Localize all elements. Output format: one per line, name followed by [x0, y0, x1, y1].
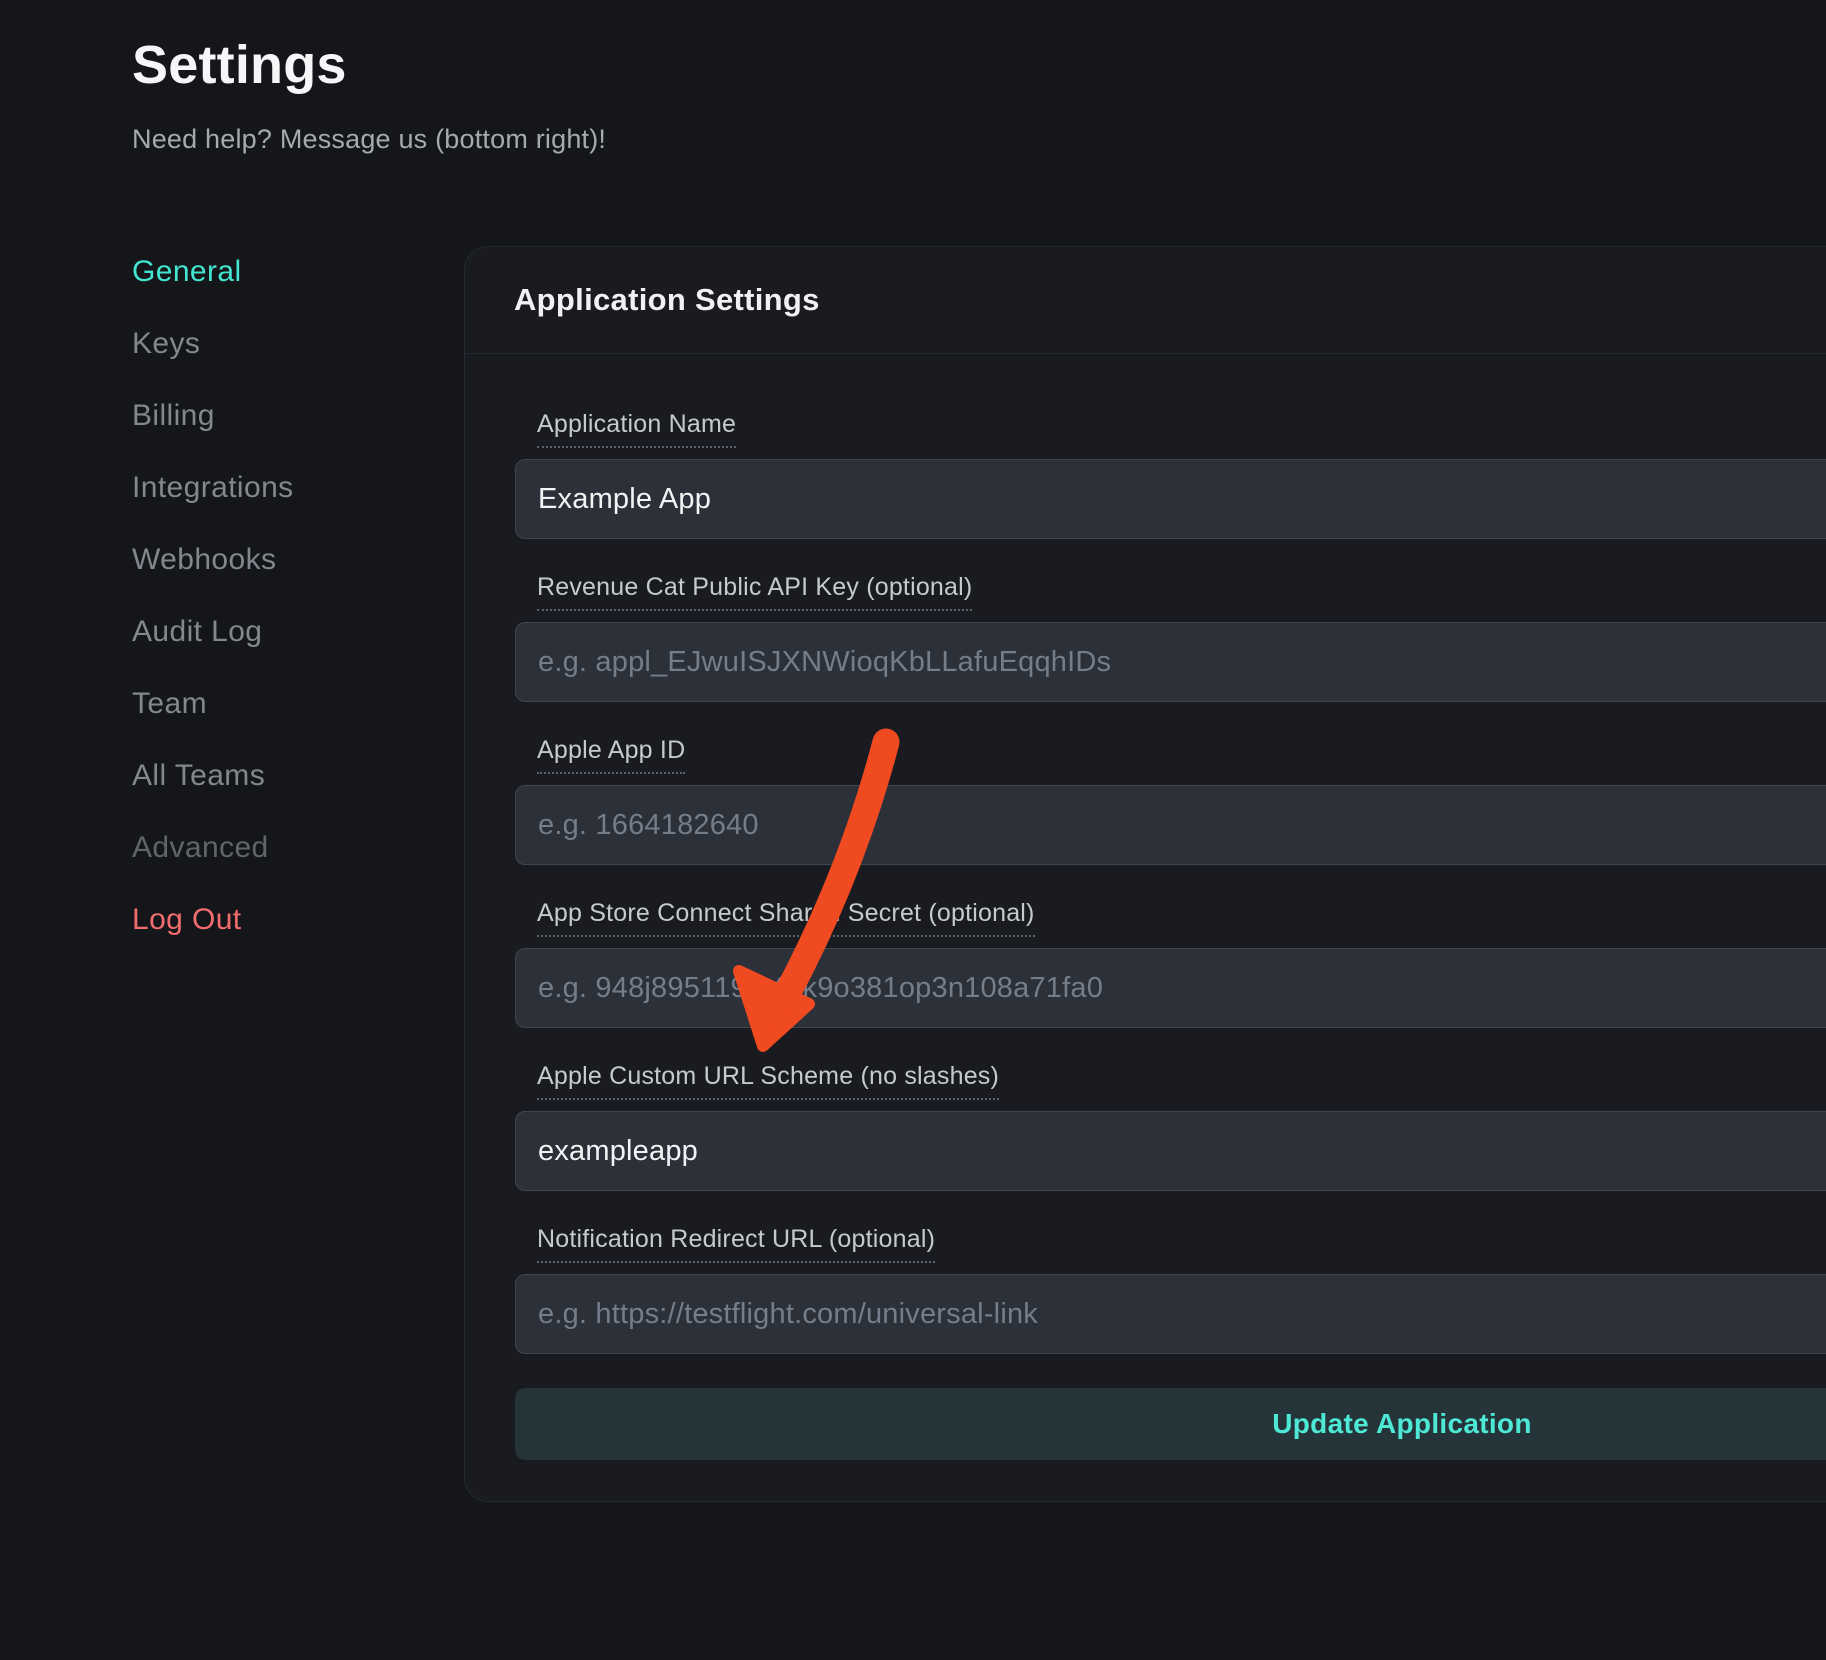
update-application-button[interactable]: Update Application	[515, 1388, 1826, 1460]
application-settings-panel: Application Settings Application Name Re…	[464, 246, 1826, 1502]
notification-redirect-url-label: Notification Redirect URL (optional)	[537, 1225, 1826, 1264]
page-title: Settings	[132, 34, 347, 96]
apple-app-id-input[interactable]	[515, 785, 1826, 865]
sidebar-item-webhooks[interactable]: Webhooks	[132, 524, 432, 596]
sidebar-item-audit-log[interactable]: Audit Log	[132, 596, 432, 668]
sidebar-item-integrations[interactable]: Integrations	[132, 452, 432, 524]
sidebar-item-log-out[interactable]: Log Out	[132, 884, 432, 956]
panel-body: Application Name Revenue Cat Public API …	[465, 354, 1826, 1460]
custom-url-scheme-input[interactable]	[515, 1111, 1826, 1191]
revenuecat-api-key-input[interactable]	[515, 622, 1826, 702]
application-name-input[interactable]	[515, 459, 1826, 539]
field-shared-secret: App Store Connect Shared Secret (optiona…	[515, 899, 1826, 1028]
notification-redirect-url-input[interactable]	[515, 1274, 1826, 1354]
field-apple-app-id: Apple App ID	[515, 736, 1826, 865]
custom-url-scheme-label: Apple Custom URL Scheme (no slashes)	[537, 1062, 1826, 1101]
shared-secret-label: App Store Connect Shared Secret (optiona…	[537, 899, 1826, 938]
field-notification-redirect-url: Notification Redirect URL (optional)	[515, 1225, 1826, 1354]
application-name-label: Application Name	[537, 410, 1826, 449]
shared-secret-input[interactable]	[515, 948, 1826, 1028]
field-custom-url-scheme: Apple Custom URL Scheme (no slashes)	[515, 1062, 1826, 1191]
panel-title: Application Settings	[514, 282, 820, 318]
page-subtitle: Need help? Message us (bottom right)!	[132, 124, 606, 155]
sidebar-item-team[interactable]: Team	[132, 668, 432, 740]
field-application-name: Application Name	[515, 410, 1826, 539]
sidebar-item-general[interactable]: General	[132, 236, 432, 308]
field-revenuecat-api-key: Revenue Cat Public API Key (optional)	[515, 573, 1826, 702]
sidebar-item-keys[interactable]: Keys	[132, 308, 432, 380]
apple-app-id-label: Apple App ID	[537, 736, 1826, 775]
sidebar-item-billing[interactable]: Billing	[132, 380, 432, 452]
panel-header: Application Settings	[465, 247, 1826, 354]
settings-sidebar: General Keys Billing Integrations Webhoo…	[132, 236, 432, 956]
sidebar-item-all-teams[interactable]: All Teams	[132, 740, 432, 812]
revenuecat-api-key-label: Revenue Cat Public API Key (optional)	[537, 573, 1826, 612]
sidebar-item-advanced[interactable]: Advanced	[132, 812, 432, 884]
